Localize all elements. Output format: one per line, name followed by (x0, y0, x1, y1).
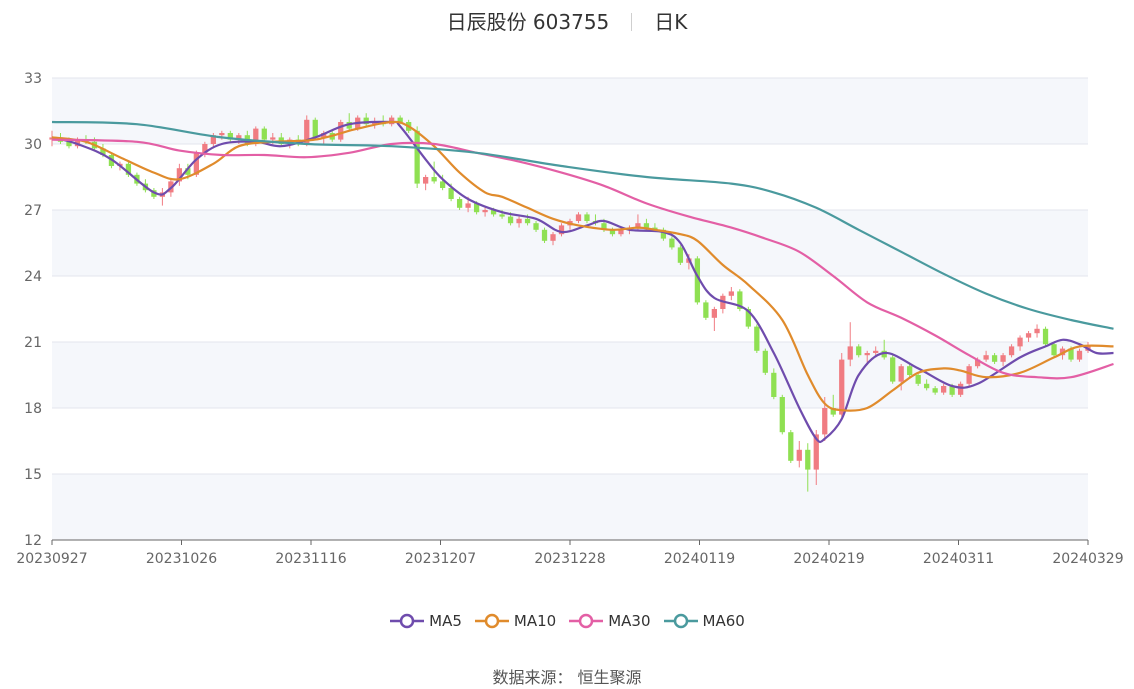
y-tick-label: 21 (24, 335, 42, 351)
grid-band (52, 78, 1088, 144)
legend-marker-icon (474, 613, 509, 629)
candle-down (805, 449, 811, 470)
candle-down (643, 223, 650, 228)
candle-down (915, 375, 921, 384)
candle-down (703, 302, 709, 318)
legend-item-ma10[interactable]: MA10 (474, 612, 556, 630)
x-tick-label: 20231026 (146, 551, 217, 567)
candle-up (516, 218, 522, 224)
x-tick-label: 20231116 (275, 551, 346, 567)
grid-band (52, 474, 1088, 540)
candle-up (465, 203, 471, 208)
candle-up (550, 234, 556, 241)
candle-up (839, 359, 845, 415)
candle-down (312, 119, 318, 138)
candle-down (771, 372, 777, 397)
x-tick-label: 20231207 (405, 551, 476, 567)
legend-item-ma30[interactable]: MA30 (568, 612, 651, 630)
candle-down (991, 355, 998, 362)
candle-up (728, 291, 734, 296)
candle-up (864, 353, 870, 356)
candle-down (261, 128, 267, 140)
y-tick-label: 30 (24, 137, 42, 153)
legend-marker-icon (569, 613, 604, 629)
x-tick-label: 20230927 (16, 551, 87, 567)
candle-down (669, 238, 675, 248)
candle-up (1076, 350, 1083, 360)
candle-up (983, 355, 989, 360)
candle-up (957, 383, 964, 395)
legend-label: MA30 (608, 612, 651, 630)
y-tick-label: 12 (24, 533, 42, 549)
y-tick-label: 33 (24, 71, 42, 87)
candle-down (677, 247, 684, 263)
candle-up (711, 309, 717, 318)
x-tick-label: 20240311 (923, 551, 994, 567)
x-tick-label: 20231228 (534, 551, 605, 567)
candle-down (924, 383, 930, 389)
candle-down (932, 388, 938, 393)
candle-down (907, 366, 913, 375)
candle-up (1008, 346, 1015, 356)
legend: MA5 MA10 MA30 MA60 (0, 612, 1134, 630)
candle-up (423, 177, 429, 184)
y-tick-label: 18 (24, 401, 42, 417)
legend-label: MA60 (702, 612, 745, 630)
grid-band (52, 342, 1088, 408)
candle-down (499, 214, 505, 217)
candle-down (541, 229, 548, 241)
candle-up (796, 449, 802, 461)
candle-down (456, 199, 463, 208)
candle-up (219, 133, 225, 136)
candle-up (873, 350, 879, 353)
candle-up (1025, 333, 1032, 338)
legend-item-ma5[interactable]: MA5 (389, 612, 462, 630)
candle-down (1051, 344, 1057, 356)
candle-down (754, 326, 760, 351)
candle-up (482, 210, 488, 213)
legend-marker-icon (663, 613, 698, 629)
legend-item-ma60[interactable]: MA60 (663, 612, 745, 630)
candle-down (584, 214, 590, 221)
candle-down (762, 350, 768, 373)
x-tick-label: 20240219 (793, 551, 864, 567)
candle-up (898, 366, 904, 382)
candle-down (788, 432, 794, 461)
candle-up (822, 408, 828, 435)
legend-label: MA5 (429, 612, 462, 630)
candle-down (414, 130, 420, 184)
y-tick-label: 27 (24, 203, 42, 219)
candle-down (1042, 328, 1049, 345)
candlestick-chart: 12 15 18 21 24 27 30 33 20230927 20231026 20231116… (16, 71, 1123, 567)
x-tick-label: 20240329 (1052, 551, 1123, 567)
y-tick-label: 24 (24, 269, 42, 285)
candle-down (779, 397, 785, 433)
source-value: 恒生聚源 (577, 668, 642, 687)
candle-down (431, 177, 437, 182)
legend-label: MA10 (513, 612, 557, 630)
candle-down (507, 216, 514, 224)
candle-down (533, 223, 539, 230)
x-tick-label: 20240119 (664, 551, 735, 567)
candle-up (941, 386, 947, 393)
candle-down (890, 357, 896, 382)
candle-up (338, 122, 344, 140)
candle-up (1034, 328, 1040, 334)
source-label: 数据来源： (492, 668, 573, 687)
candle-up (575, 214, 582, 221)
candle-up (270, 137, 276, 140)
legend-marker-icon (390, 613, 425, 629)
candle-up (1017, 337, 1023, 347)
candle-down (524, 218, 531, 224)
candle-up (1000, 355, 1006, 362)
candle-down (856, 346, 862, 356)
y-tick-label: 15 (24, 467, 42, 483)
candle-up (847, 346, 853, 360)
data-source: 数据来源： 恒生聚源 (0, 664, 1134, 688)
